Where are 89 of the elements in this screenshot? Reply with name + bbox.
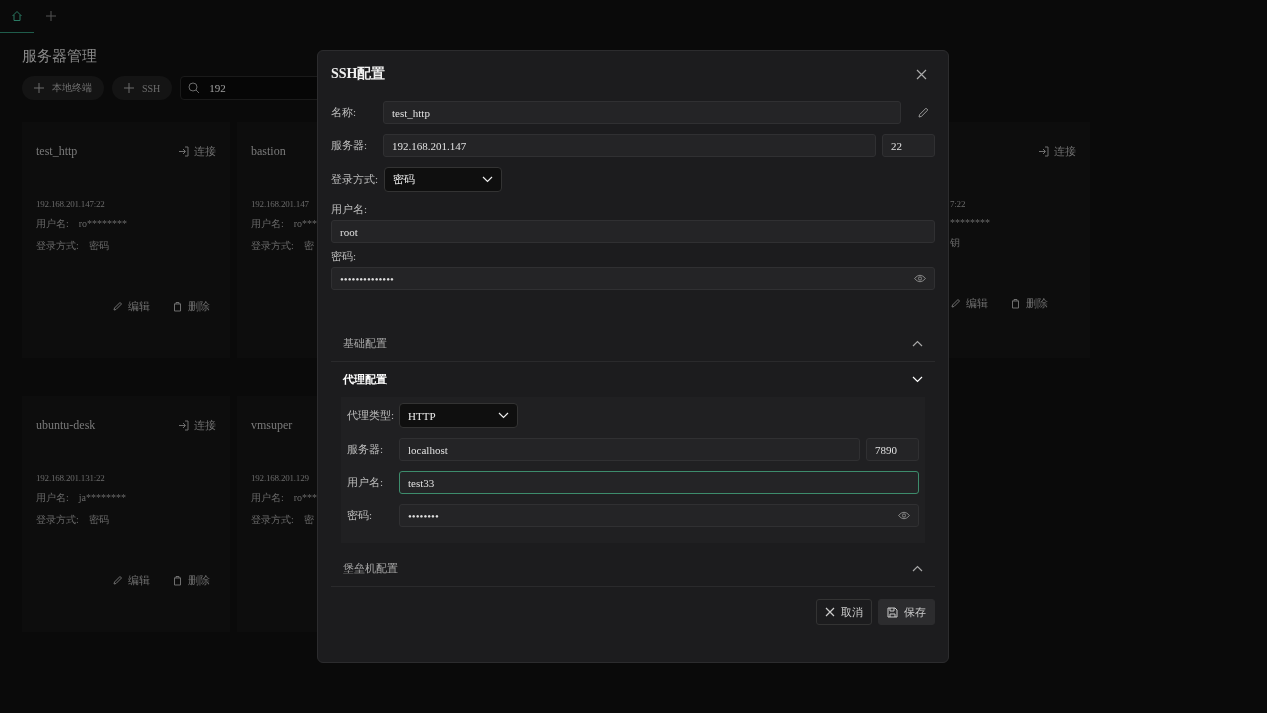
password-input[interactable]: ••••••••: [399, 504, 919, 527]
username-text: ja********: [78, 492, 126, 503]
server-name: ubuntu-desk: [36, 418, 96, 433]
server-name: test_http: [36, 144, 78, 159]
field-label: 登录方式:: [36, 514, 79, 525]
field-label: 登录方式:: [331, 172, 379, 187]
server-address: 7:22: [950, 199, 966, 209]
eye-icon[interactable]: [914, 274, 926, 283]
edit-link[interactable]: 编辑: [112, 573, 150, 588]
name-input[interactable]: test_http: [383, 101, 901, 124]
field-label: 服务器:: [347, 442, 385, 457]
trash-icon: [172, 301, 183, 312]
page-title: 服务器管理: [22, 47, 98, 66]
add-button[interactable]: 本地终端: [22, 76, 104, 100]
field-label: 密码:: [347, 508, 374, 523]
login-arrow-icon: [178, 146, 189, 157]
server-address: 192.168.201.131:22: [36, 473, 105, 483]
section-header[interactable]: 代理配置: [331, 362, 935, 397]
plus-icon: [45, 10, 57, 22]
delete-link[interactable]: 删除: [172, 573, 210, 588]
trash-icon: [1010, 298, 1021, 309]
port-input[interactable]: 7890: [866, 438, 919, 461]
edit-link[interactable]: 编辑: [112, 299, 150, 314]
login-method-text: 密码: [88, 514, 109, 525]
login-method-text: 密: [303, 240, 314, 251]
server-address: 192.168.201.129: [251, 473, 309, 483]
edit-link[interactable]: 编辑: [950, 296, 988, 311]
dialog-title: SSH配置: [331, 65, 386, 83]
pencil-icon: [950, 298, 961, 309]
pencil-icon: [112, 575, 123, 586]
close-icon: [825, 607, 835, 617]
chevron-down-icon: [482, 176, 494, 183]
login-method-text: 密: [303, 514, 314, 525]
field-label: 名称:: [331, 105, 358, 120]
login-method-text: 密码: [88, 240, 109, 251]
chevron-icon: [912, 565, 923, 572]
server-address: 192.168.201.147: [251, 199, 309, 209]
server-address: 192.168.201.147:22: [36, 199, 105, 209]
cancel-button[interactable]: 取消: [816, 599, 872, 625]
proxy-type-select[interactable]: HTTP: [399, 403, 518, 428]
username-text: ro***: [293, 218, 318, 229]
chevron-down-icon: [498, 412, 509, 419]
connect-link[interactable]: 连接: [178, 418, 216, 433]
server-name: bastion: [251, 144, 286, 159]
field-label: 用户名:: [251, 492, 284, 503]
plus-icon: [34, 83, 44, 93]
chevron-icon: [912, 340, 923, 347]
field-label: 登录方式:: [36, 240, 79, 251]
field-label: 用户名:: [36, 218, 69, 229]
delete-link[interactable]: 删除: [1010, 296, 1048, 311]
username-text: ********: [950, 217, 990, 228]
port-input[interactable]: 22: [882, 134, 935, 157]
field-label: 用户名:: [331, 202, 369, 217]
trash-icon: [172, 575, 183, 586]
password-input[interactable]: ••••••••••••••: [331, 267, 935, 290]
username-input[interactable]: test33: [399, 471, 919, 494]
field-label: 服务器:: [331, 138, 369, 153]
field-label: 代理类型:: [347, 408, 393, 423]
chevron-icon: [912, 376, 923, 383]
login-arrow-icon: [1038, 146, 1049, 157]
host-input[interactable]: 192.168.201.147: [383, 134, 876, 157]
username-input[interactable]: root: [331, 220, 935, 243]
section-header[interactable]: 堡垒机配置: [331, 551, 935, 587]
add-button[interactable]: SSH: [112, 76, 173, 100]
username-text: ro********: [78, 218, 128, 229]
username-text: ro***: [293, 492, 318, 503]
pencil-icon[interactable]: [917, 106, 930, 119]
connect-link[interactable]: 连接: [1038, 144, 1076, 159]
field-label: 用户名:: [251, 218, 284, 229]
plus-icon: [124, 83, 134, 93]
field-label: 密码:: [331, 249, 358, 264]
field-label: 用户名:: [347, 475, 385, 490]
login-method-select[interactable]: 密码: [384, 167, 503, 192]
field-label: 登录方式:: [251, 514, 294, 525]
connect-link[interactable]: 连接: [178, 144, 216, 159]
login-arrow-icon: [178, 420, 189, 431]
search-icon: [188, 82, 201, 94]
login-method-text: 钥: [950, 237, 960, 248]
delete-link[interactable]: 删除: [172, 299, 210, 314]
save-button[interactable]: 保存: [878, 599, 935, 625]
close-icon[interactable]: [916, 68, 927, 80]
field-label: 用户名:: [36, 492, 69, 503]
section-header[interactable]: 基础配置: [331, 326, 935, 362]
field-label: 登录方式:: [251, 240, 294, 251]
server-name: vmsuper: [251, 418, 293, 433]
home-icon: [11, 10, 23, 22]
host-input[interactable]: localhost: [399, 438, 860, 461]
eye-icon[interactable]: [898, 511, 910, 520]
pencil-icon: [112, 301, 123, 312]
